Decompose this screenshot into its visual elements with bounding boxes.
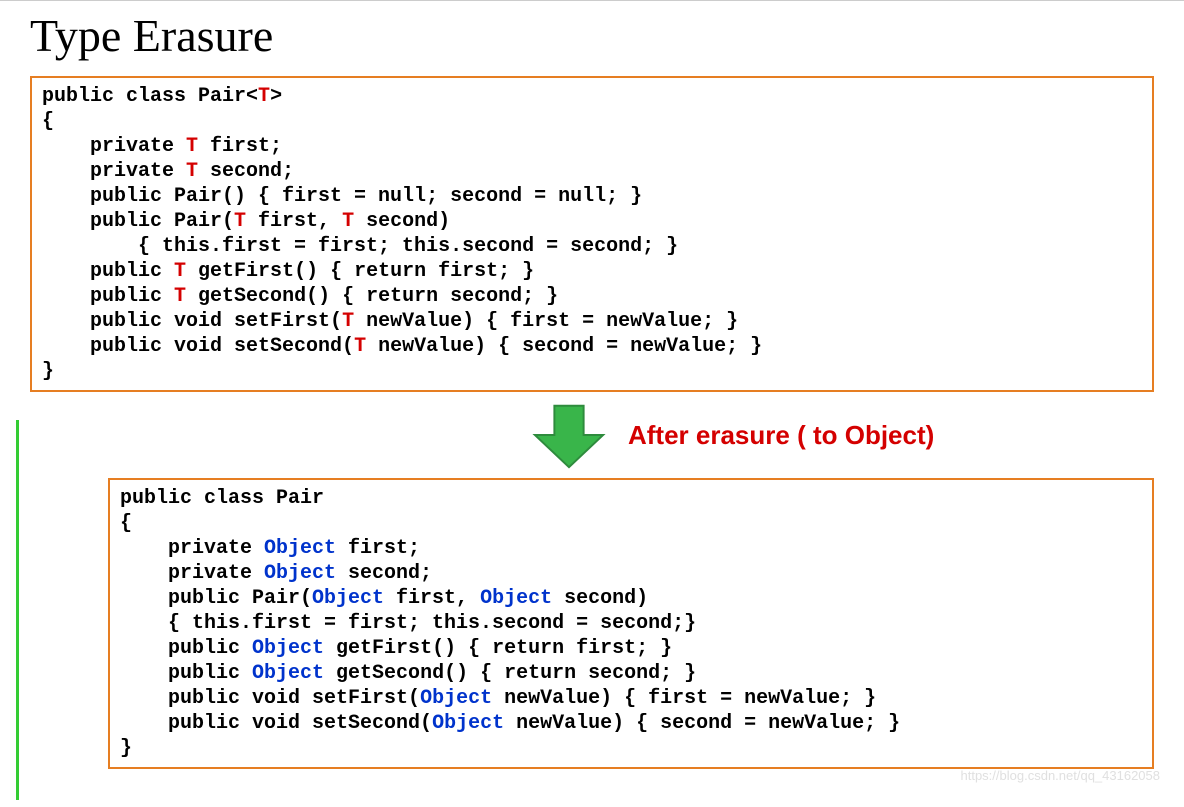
slide-page: Type Erasure public class Pair<T> { priv… — [0, 0, 1184, 789]
code-text: first, — [246, 210, 342, 233]
erased-type: Object — [252, 662, 324, 685]
green-vertical-bar — [16, 420, 19, 800]
code-text: public class Pair< — [42, 85, 258, 108]
code-text: first; — [336, 537, 420, 560]
code-text: newValue) { first = newValue; } — [354, 310, 738, 333]
page-title: Type Erasure — [30, 9, 1154, 62]
code-text: private — [42, 160, 186, 183]
code-text: { — [42, 110, 54, 133]
erased-type: Object — [480, 587, 552, 610]
code-text: public void setSecond( — [120, 712, 432, 735]
after-erasure-label: After erasure ( to Object) — [628, 420, 934, 451]
code-text: getSecond() { return second; } — [186, 285, 558, 308]
code-text: public void setSecond( — [42, 335, 354, 358]
generic-type: T — [258, 85, 270, 108]
code-text: newValue) { second = newValue; } — [504, 712, 900, 735]
code-text: newValue) { second = newValue; } — [366, 335, 762, 358]
erased-type: Object — [264, 537, 336, 560]
code-text: public — [120, 662, 252, 685]
erased-type: Object — [312, 587, 384, 610]
code-text: public void setFirst( — [42, 310, 342, 333]
code-text: newValue) { first = newValue; } — [492, 687, 876, 710]
erased-type: Object — [420, 687, 492, 710]
code-text: private — [42, 135, 186, 158]
code-text: } — [42, 360, 54, 383]
code-text: { this.first = first; this.second = seco… — [120, 612, 696, 635]
code-text: public — [120, 637, 252, 660]
down-arrow-icon — [530, 400, 608, 470]
code-text: > — [270, 85, 282, 108]
erased-type: Object — [264, 562, 336, 585]
code-text: public Pair() { first = null; second = n… — [42, 185, 642, 208]
code-text: second) — [552, 587, 648, 610]
code-text: } — [120, 737, 132, 760]
code-text: getFirst() { return first; } — [186, 260, 534, 283]
erased-type: Object — [432, 712, 504, 735]
code-text: { — [120, 512, 132, 535]
code-text: { this.first = first; this.second = seco… — [42, 235, 678, 258]
generic-type: T — [342, 310, 354, 333]
generic-type: T — [354, 335, 366, 358]
code-text: public Pair( — [120, 587, 312, 610]
generic-type: T — [186, 160, 198, 183]
code-text: first; — [198, 135, 282, 158]
code-text: public class Pair — [120, 487, 324, 510]
code-text: getSecond() { return second; } — [324, 662, 696, 685]
code-text: second; — [336, 562, 432, 585]
code-text: public void setFirst( — [120, 687, 420, 710]
code-text: first, — [384, 587, 480, 610]
generic-type: T — [342, 210, 354, 233]
code-text: public Pair( — [42, 210, 234, 233]
code-text: second; — [198, 160, 294, 183]
erased-type: Object — [252, 637, 324, 660]
generic-type: T — [174, 260, 186, 283]
code-text: private — [120, 562, 264, 585]
code-after-erasure: public class Pair { private Object first… — [108, 478, 1154, 769]
generic-type: T — [234, 210, 246, 233]
code-text: second) — [354, 210, 450, 233]
code-before-erasure: public class Pair<T> { private T first; … — [30, 76, 1154, 392]
code-text: private — [120, 537, 264, 560]
arrow-row: After erasure ( to Object) — [30, 400, 1154, 470]
generic-type: T — [186, 135, 198, 158]
code-text: getFirst() { return first; } — [324, 637, 672, 660]
code-text: public — [42, 285, 174, 308]
code-text: public — [42, 260, 174, 283]
generic-type: T — [174, 285, 186, 308]
